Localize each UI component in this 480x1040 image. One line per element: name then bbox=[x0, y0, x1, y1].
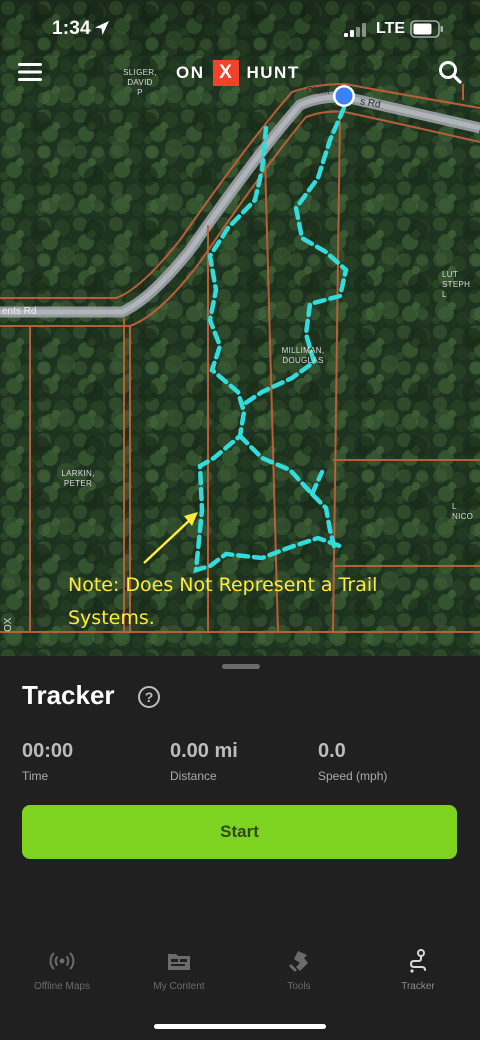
road-label-clements: ents Rd bbox=[2, 306, 37, 317]
parcel-label-line: P bbox=[137, 88, 143, 97]
hamburger-menu-icon[interactable] bbox=[16, 58, 44, 86]
tab-offline-maps[interactable]: Offline Maps bbox=[7, 948, 117, 992]
tools-icon bbox=[289, 951, 308, 972]
parcel-label-line: SLIGER, bbox=[123, 68, 157, 77]
stat-speed: 0.0 Speed (mph) bbox=[318, 740, 387, 783]
tracker-sheet: Tracker ? 00:00 Time 0.00 mi Distance 0.… bbox=[0, 656, 480, 1040]
tracker-icon bbox=[409, 949, 426, 973]
road-label-clem: Clem bbox=[306, 86, 330, 97]
offline-maps-icon bbox=[49, 952, 75, 970]
tab-label: My Content bbox=[153, 981, 205, 992]
help-icon[interactable]: ? bbox=[138, 686, 160, 708]
location-arrow-icon bbox=[95, 21, 109, 35]
map-annotation-note: Note: Does Not Represent a Trail Systems… bbox=[68, 574, 378, 629]
parcel-label-larkin[interactable]: LARKIN, PETER bbox=[48, 469, 108, 489]
parcel-label-line: LUT bbox=[442, 270, 459, 279]
tab-tracker[interactable]: Tracker bbox=[363, 948, 473, 992]
status-bar: 1:34 LTE bbox=[0, 0, 480, 56]
battery-icon bbox=[410, 20, 443, 38]
logo-on: ON bbox=[176, 63, 205, 82]
parcel-label-nico[interactable]: L NICO bbox=[452, 502, 480, 522]
stat-time-label: Time bbox=[22, 769, 49, 783]
parcel-label-line: DAVID bbox=[127, 78, 153, 87]
tab-tools[interactable]: Tools bbox=[244, 948, 354, 992]
parcel-label-sliger[interactable]: SLIGER, DAVID P bbox=[112, 68, 168, 98]
parcel-label-lut[interactable]: LUT STEPH L bbox=[442, 270, 480, 300]
stat-distance: 0.00 mi Distance bbox=[170, 740, 238, 783]
tab-label: Offline Maps bbox=[34, 981, 90, 992]
logo-x: X bbox=[212, 60, 239, 86]
start-button[interactable]: Start bbox=[22, 805, 457, 859]
parcel-label-line: PETER bbox=[63, 479, 93, 488]
tracker-title: Tracker bbox=[22, 680, 115, 710]
parcel-label-line: DOUGLAS bbox=[282, 356, 324, 365]
parcel-label-line: STEPH bbox=[442, 280, 471, 289]
stat-distance-label: Distance bbox=[170, 769, 217, 783]
stat-speed-label: Speed (mph) bbox=[318, 769, 388, 783]
sheet-drag-handle[interactable] bbox=[222, 664, 260, 669]
parcel-label-line: NICO bbox=[452, 512, 474, 521]
map-view[interactable]: 1:34 LTE ON X HUNT SLIGER, DAVID P MILLI… bbox=[0, 0, 480, 660]
stat-time: 00:00 Time bbox=[22, 740, 73, 783]
tab-label: Tools bbox=[287, 981, 311, 992]
home-indicator[interactable] bbox=[154, 1024, 326, 1029]
parcel-label-line: MILLIMAN, bbox=[281, 346, 325, 355]
search-icon[interactable] bbox=[436, 58, 464, 86]
my-content-icon bbox=[168, 954, 190, 970]
parcel-label-line: L bbox=[442, 290, 447, 299]
app-logo: ON X HUNT bbox=[176, 60, 300, 86]
map-edge-label: OX bbox=[3, 617, 14, 632]
parcel-label-line: L bbox=[452, 502, 457, 511]
parcel-label-line: LARKIN, bbox=[61, 469, 95, 478]
logo-hunt: HUNT bbox=[246, 63, 300, 82]
parcel-label-milliman[interactable]: MILLIMAN, DOUGLAS bbox=[268, 346, 338, 366]
satellite-map[interactable] bbox=[0, 0, 480, 660]
tab-my-content[interactable]: My Content bbox=[124, 948, 234, 992]
bottom-tab-bar: Offline Maps My Content Tools Tracker bbox=[0, 948, 480, 1008]
tab-label: Tracker bbox=[401, 981, 435, 992]
stat-time-value: 00:00 bbox=[22, 740, 74, 762]
stat-distance-value: 0.00 mi bbox=[170, 740, 238, 762]
status-time: 1:34 bbox=[52, 18, 91, 39]
network-type: LTE bbox=[376, 20, 406, 37]
signal-icon bbox=[344, 23, 366, 37]
stat-speed-value: 0.0 bbox=[318, 740, 346, 762]
